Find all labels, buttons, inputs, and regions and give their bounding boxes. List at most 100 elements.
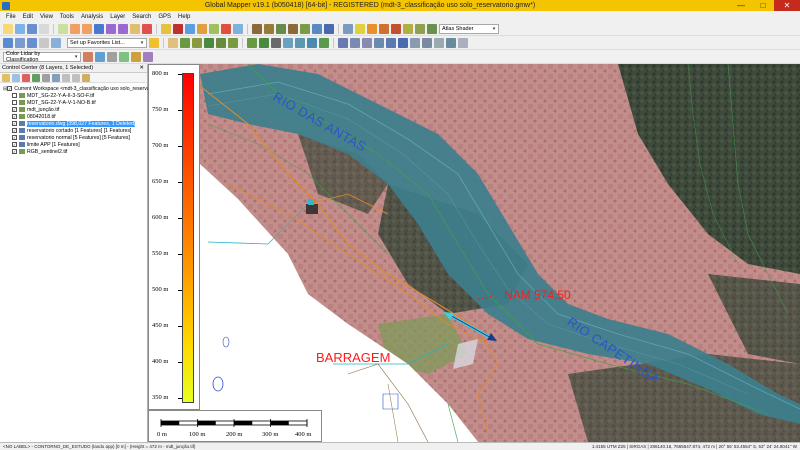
scale-icon[interactable]	[259, 37, 269, 48]
split-icon[interactable]	[228, 37, 238, 48]
layer-checkbox[interactable]: ✓	[12, 114, 17, 119]
full-view-icon[interactable]	[130, 23, 140, 34]
save-icon[interactable]	[27, 23, 37, 34]
snap-icon[interactable]	[295, 37, 305, 48]
menu-layer[interactable]: Layer	[110, 14, 125, 20]
layer-checkbox[interactable]: ✓	[12, 128, 17, 133]
move-feature-icon[interactable]	[216, 37, 226, 48]
ruler-icon[interactable]	[247, 37, 257, 48]
layer-checkbox[interactable]: ✓	[12, 142, 17, 147]
minimize-button[interactable]: —	[730, 0, 752, 11]
measure-icon[interactable]	[173, 23, 183, 34]
layer-row[interactable]: MDT_SG-22-Y-A-II-3-SO-F.tif	[0, 92, 147, 99]
print-icon[interactable]	[39, 23, 49, 34]
map-view[interactable]: 800 m 750 m 700 m 650 m 600 m 550 m 500 …	[148, 64, 800, 442]
gps-icon[interactable]	[233, 23, 243, 34]
edit-vertex-icon[interactable]	[204, 37, 214, 48]
lidar-5-icon[interactable]	[131, 51, 141, 62]
menu-help[interactable]: Help	[178, 14, 190, 20]
combine-icon[interactable]	[307, 37, 317, 48]
hillshade-icon[interactable]	[427, 23, 437, 34]
cross-11-icon[interactable]	[458, 37, 468, 48]
select-icon[interactable]	[58, 23, 68, 34]
vertical-exag-icon[interactable]	[403, 23, 413, 34]
layer-row[interactable]: ✓ limite APP [1 Features]	[0, 141, 147, 148]
path-profile-icon[interactable]	[197, 23, 207, 34]
rotate-icon[interactable]	[271, 37, 281, 48]
terrain-5-icon[interactable]	[300, 23, 310, 34]
forward-icon[interactable]	[118, 23, 128, 34]
layer-options-icon[interactable]	[12, 73, 20, 82]
layer-checkbox[interactable]: ✓	[12, 121, 17, 126]
zoom-layer-icon[interactable]	[82, 73, 90, 82]
layer-checkbox[interactable]	[12, 93, 17, 98]
zoom-in-icon[interactable]	[70, 23, 80, 34]
menu-gps[interactable]: GPS	[158, 14, 171, 20]
digitize-line-icon[interactable]	[180, 37, 190, 48]
menu-search[interactable]: Search	[132, 14, 151, 20]
terrain-2-icon[interactable]	[264, 23, 274, 34]
layer-row[interactable]: ✓ reservatorio normal [5 Features] [5 Fe…	[0, 134, 147, 141]
workspace-checkbox[interactable]: ✓	[7, 86, 13, 91]
layout-icon[interactable]	[39, 37, 49, 48]
view-shed-icon[interactable]	[209, 23, 219, 34]
delete-icon[interactable]	[142, 23, 152, 34]
cross-1-icon[interactable]	[338, 37, 348, 48]
move-up-icon[interactable]	[62, 73, 70, 82]
layer-checkbox[interactable]	[12, 100, 17, 105]
contrast-icon[interactable]	[391, 23, 401, 34]
layer-checkbox[interactable]: ✓	[12, 107, 17, 112]
digitize-point-icon[interactable]	[168, 37, 178, 48]
grid-icon[interactable]	[343, 23, 353, 34]
cross-7-icon[interactable]	[410, 37, 420, 48]
favorites-icon[interactable]	[149, 37, 159, 48]
layer-row[interactable]: ✓ reservatorio cortado [1 Features] [1 F…	[0, 127, 147, 134]
cross-10-icon[interactable]	[446, 37, 456, 48]
layer-row[interactable]: ✓ mdt_junção.tif	[0, 106, 147, 113]
new-icon[interactable]	[15, 23, 25, 34]
color-lidar-select[interactable]: Color Lidar by Classification ▾	[3, 51, 81, 63]
maximize-button[interactable]: □	[752, 0, 774, 11]
terrain-3-icon[interactable]	[276, 23, 286, 34]
sun-icon[interactable]	[355, 23, 365, 34]
terrain-1-icon[interactable]	[252, 23, 262, 34]
menu-tools[interactable]: Tools	[60, 14, 74, 20]
cross-8-icon[interactable]	[422, 37, 432, 48]
cross-4-icon[interactable]	[374, 37, 384, 48]
terrain-4-icon[interactable]	[288, 23, 298, 34]
menu-file[interactable]: File	[6, 14, 16, 20]
lidar-4-icon[interactable]	[119, 51, 129, 62]
cross-6-icon[interactable]	[398, 37, 408, 48]
lidar-6-icon[interactable]	[143, 51, 153, 62]
buffer-icon[interactable]	[319, 37, 329, 48]
fly-through-icon[interactable]	[324, 23, 334, 34]
pan-icon[interactable]	[94, 23, 104, 34]
metadata-icon[interactable]	[52, 73, 60, 82]
panel-close-icon[interactable]: ✕	[139, 65, 144, 71]
layer-row[interactable]: ✓ 08042018.tif	[0, 113, 147, 120]
shader-light-icon[interactable]	[367, 23, 377, 34]
digitize-area-icon[interactable]	[192, 37, 202, 48]
shader-select[interactable]: Atlas Shader ▾	[439, 23, 499, 34]
back-icon[interactable]	[106, 23, 116, 34]
zoom-out-icon[interactable]	[82, 23, 92, 34]
cross-3-icon[interactable]	[362, 37, 372, 48]
pin-icon[interactable]	[221, 23, 231, 34]
favorites-select[interactable]: Set up Favorites List... ▾	[67, 37, 147, 48]
layer-checkbox[interactable]: ✓	[12, 149, 17, 154]
menu-analysis[interactable]: Analysis	[81, 14, 103, 20]
layer-row[interactable]: MDT_SG-22-Y-A-V-1-NO-B.tif	[0, 99, 147, 106]
cross-2-icon[interactable]	[350, 37, 360, 48]
menu-view[interactable]: View	[40, 14, 53, 20]
cross-9-icon[interactable]	[434, 37, 444, 48]
workspace-row[interactable]: ⊟ ✓ Current Workspace <mdt-3_classificaç…	[0, 85, 175, 92]
lidar-3-icon[interactable]	[107, 51, 117, 62]
layer-row[interactable]: ✓ RGB_sentinel2.tif	[0, 148, 147, 155]
info-icon[interactable]	[185, 23, 195, 34]
shader-icon[interactable]	[379, 23, 389, 34]
hide-layer-icon[interactable]	[42, 73, 50, 82]
open-data-icon[interactable]	[2, 73, 10, 82]
cross-5-icon[interactable]	[386, 37, 396, 48]
open-icon[interactable]	[3, 23, 13, 34]
save-workspace-icon[interactable]	[27, 37, 37, 48]
